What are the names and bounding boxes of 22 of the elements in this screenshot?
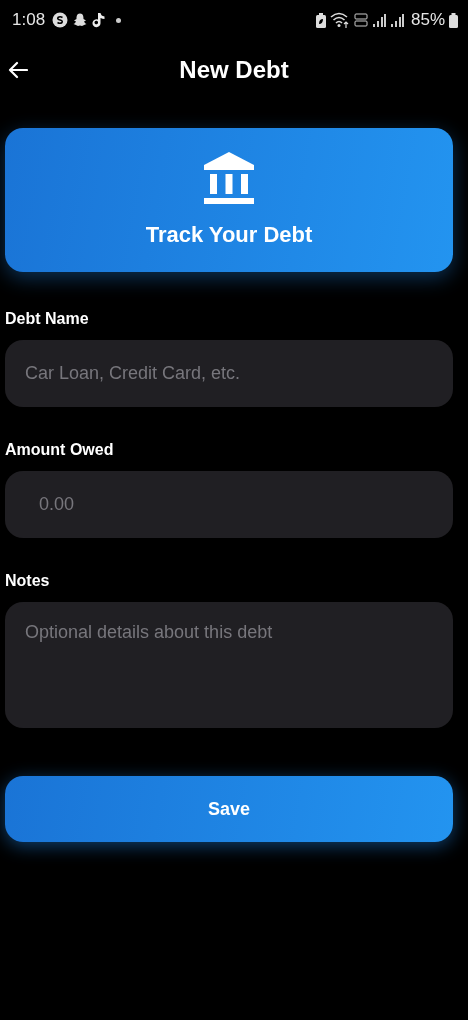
app-notification-icon (52, 12, 69, 28)
battery-saver-icon (315, 12, 326, 28)
battery-percentage: 85% (410, 10, 445, 30)
music-note-icon (92, 12, 107, 28)
notification-dot-icon (116, 17, 122, 23)
ghost-icon (72, 12, 89, 28)
signal-icon (389, 13, 404, 27)
status-time: 1:08 (12, 10, 46, 30)
battery-icon (449, 12, 458, 28)
field-label: Notes (5, 572, 51, 590)
banner-title: Track Your Debt (145, 222, 313, 248)
screen-title: New Debt (179, 56, 289, 84)
bank-icon (204, 152, 254, 204)
field-label: Amount Owed (5, 441, 115, 459)
back-arrow-icon (8, 61, 28, 79)
signal-icon (371, 13, 386, 27)
wifi-icon (329, 12, 350, 28)
save-button[interactable]: Save (5, 776, 453, 842)
field-label: Debt Name (5, 310, 90, 328)
amount-field[interactable]: 0.00 (5, 471, 453, 538)
notes-field[interactable]: Optional details about this debt (5, 602, 453, 728)
name-field[interactable]: Car Loan, Credit Card, etc. (5, 340, 453, 407)
